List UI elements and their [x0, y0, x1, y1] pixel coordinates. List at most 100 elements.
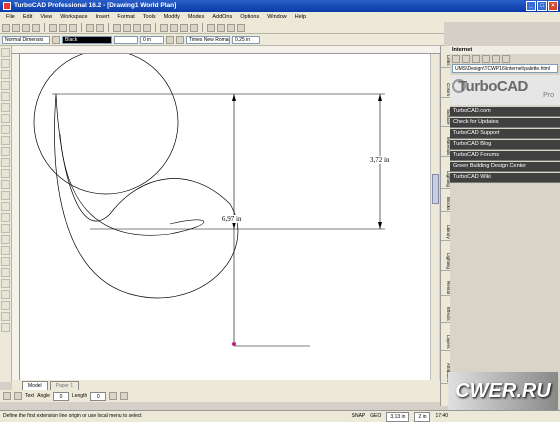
rectangle-tool-icon[interactable] [1, 81, 10, 90]
layer-tool-icon[interactable] [1, 323, 10, 332]
mirror-tool-icon[interactable] [1, 202, 10, 211]
print-icon[interactable] [32, 23, 40, 32]
trim-tool-icon[interactable] [1, 213, 10, 222]
new-file-icon[interactable] [2, 23, 10, 32]
maximize-button[interactable]: □ [537, 1, 547, 11]
back-icon[interactable] [452, 55, 460, 63]
minimize-button[interactable]: _ [526, 1, 536, 11]
menu-workspace[interactable]: Workspace [60, 12, 87, 22]
array-tool-icon[interactable] [1, 268, 10, 277]
zoom-window-icon[interactable] [133, 23, 141, 32]
layers-icon[interactable] [217, 23, 225, 32]
fillet-tool-icon[interactable] [1, 235, 10, 244]
circle-entity[interactable] [33, 49, 179, 195]
drawing-canvas[interactable]: 3,72 in 6,97 in [20, 49, 430, 380]
tab-model[interactable]: Model [22, 381, 48, 390]
link-wiki[interactable]: TurboCAD Wiki [450, 173, 560, 183]
scale-tool-icon[interactable] [1, 191, 10, 200]
dimension-tool-icon[interactable] [1, 147, 10, 156]
ellipse-tool-icon[interactable] [1, 125, 10, 134]
line-tool-icon[interactable] [1, 59, 10, 68]
paste-icon[interactable] [69, 23, 77, 32]
link-blog[interactable]: TurboCAD Blog [450, 140, 560, 150]
menu-modes[interactable]: Modes [188, 12, 205, 22]
geo-indicator[interactable]: GEO [370, 411, 381, 422]
font-dropdown[interactable]: Times New Roman [186, 35, 230, 44]
cut-icon[interactable] [49, 23, 57, 32]
stop-icon[interactable] [472, 55, 480, 63]
curve-tool-icon[interactable] [1, 114, 10, 123]
text-tool-icon[interactable] [1, 136, 10, 145]
move-tool-icon[interactable] [1, 169, 10, 178]
menu-file[interactable]: File [6, 12, 15, 22]
pattern-icon[interactable] [176, 35, 184, 44]
url-field[interactable]: UMS\Design\TCWP16\internet\palette.html [452, 64, 558, 73]
open-file-icon[interactable] [12, 23, 20, 32]
chamfer-tool-icon[interactable] [1, 246, 10, 255]
offset-tool-icon[interactable] [1, 257, 10, 266]
link-green-building[interactable]: Green Building Design Center [450, 162, 560, 172]
link-forums[interactable]: TurboCAD Forums [450, 151, 560, 161]
forward-icon[interactable] [462, 55, 470, 63]
menu-options[interactable]: Options [240, 12, 259, 22]
scroll-thumb[interactable] [432, 174, 439, 204]
menu-format[interactable]: Format [117, 12, 134, 22]
properties-icon[interactable] [227, 23, 235, 32]
extend-tool-icon[interactable] [1, 224, 10, 233]
hatch-tool-icon[interactable] [1, 158, 10, 167]
link-check-updates[interactable]: Check for Updates [450, 118, 560, 128]
ortho-icon[interactable] [190, 23, 198, 32]
snap-tool-icon[interactable] [1, 290, 10, 299]
vertical-mode-icon[interactable] [120, 392, 129, 400]
circle-tool-icon[interactable] [1, 92, 10, 101]
print-page-icon[interactable] [502, 55, 510, 63]
zoom-extents-icon[interactable] [143, 23, 151, 32]
close-button[interactable]: × [548, 1, 558, 11]
link-support[interactable]: TurboCAD Support [450, 129, 560, 139]
redo-icon[interactable] [96, 23, 104, 32]
view-tool-icon[interactable] [1, 301, 10, 310]
refresh-icon[interactable] [482, 55, 490, 63]
render-icon[interactable] [207, 23, 215, 32]
help-icon[interactable] [237, 23, 245, 32]
rotate-tool-icon[interactable] [1, 180, 10, 189]
save-icon[interactable] [22, 23, 30, 32]
vertical-scrollbar[interactable] [430, 54, 439, 380]
line-style-dropdown[interactable] [114, 35, 138, 44]
length-field[interactable]: 0 [90, 391, 107, 401]
tab-paper[interactable]: Paper 1 [49, 381, 80, 390]
font-size-dropdown[interactable]: 0,25 in [232, 35, 260, 44]
fill-icon[interactable] [166, 35, 174, 44]
menu-addons[interactable]: AddOns [212, 12, 232, 22]
zoom-in-icon[interactable] [113, 23, 121, 32]
arc-tool-icon[interactable] [1, 103, 10, 112]
home-icon[interactable] [492, 55, 500, 63]
zoom-out-icon[interactable] [123, 23, 131, 32]
menu-modify[interactable]: Modify [164, 12, 180, 22]
undo-icon[interactable] [86, 23, 94, 32]
pen-color-dropdown[interactable]: Black [62, 35, 112, 44]
undo-step-icon[interactable] [3, 392, 11, 400]
angle-field[interactable]: 0 [52, 391, 69, 401]
dim-style-dropdown[interactable]: Normal Dimensio [2, 35, 50, 44]
snap-indicator[interactable]: SNAP [352, 411, 366, 422]
copy-icon[interactable] [59, 23, 67, 32]
menu-edit[interactable]: Edit [23, 12, 32, 22]
menu-tools[interactable]: Tools [143, 12, 156, 22]
menu-insert[interactable]: Insert [96, 12, 110, 22]
curve-entity-inner[interactable] [59, 133, 205, 236]
measure-tool-icon[interactable] [1, 279, 10, 288]
grid-icon[interactable] [180, 23, 188, 32]
select-icon[interactable] [160, 23, 168, 32]
curve-entity-outer[interactable] [54, 93, 239, 299]
style-icon[interactable] [52, 35, 60, 44]
finish-icon[interactable] [14, 392, 22, 400]
render-tool-icon[interactable] [1, 312, 10, 321]
menu-window[interactable]: Window [267, 12, 287, 22]
link-turbocad-com[interactable]: TurboCAD.com [450, 107, 560, 117]
menu-help[interactable]: Help [295, 12, 306, 22]
horizontal-mode-icon[interactable] [109, 392, 118, 400]
width-dropdown[interactable]: 0 in [140, 35, 164, 44]
polyline-tool-icon[interactable] [1, 70, 10, 79]
select-tool-icon[interactable] [1, 48, 10, 57]
